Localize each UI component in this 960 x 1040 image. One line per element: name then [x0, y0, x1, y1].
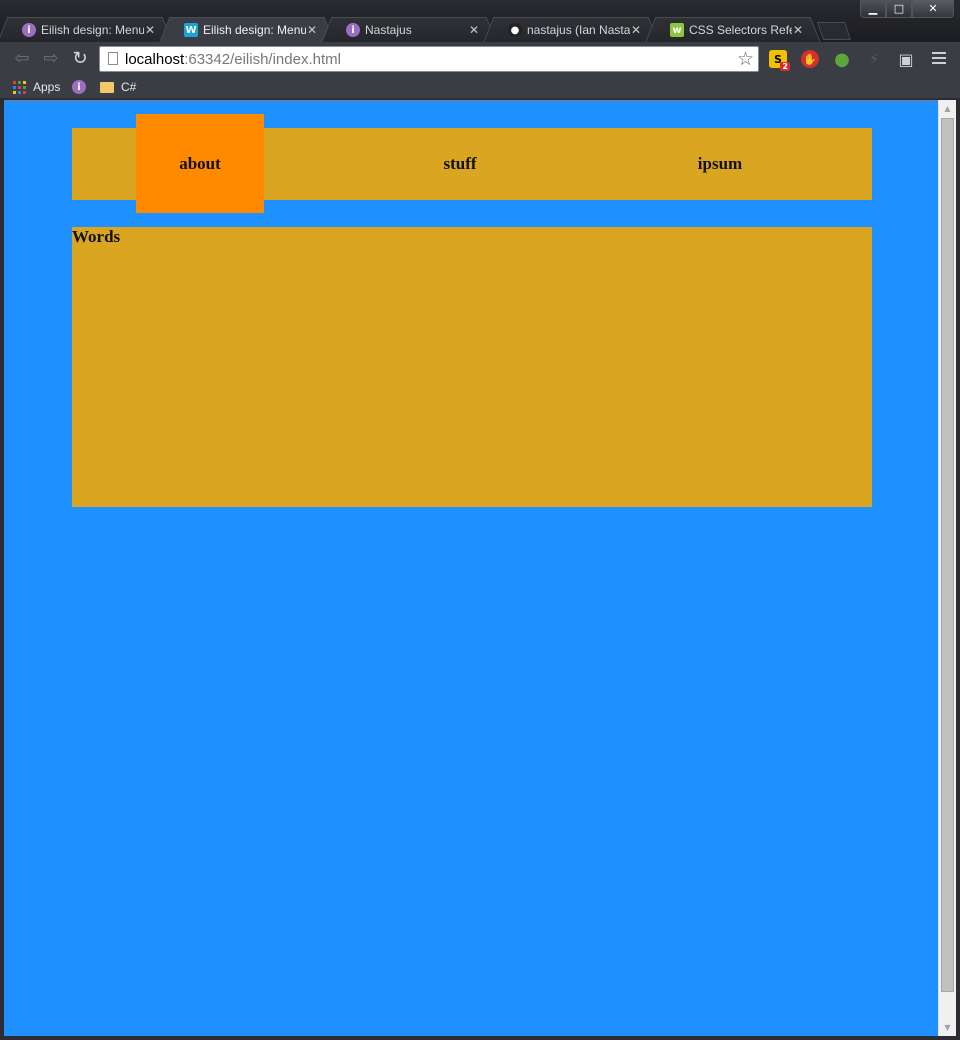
tab-eilish-design-menus-2[interactable]: W Eilish design: Menus ✕: [170, 17, 324, 42]
tab-title: nastajus (Ian Nastajus): [527, 23, 630, 37]
page-viewport: about stuff ipsum Words: [4, 100, 938, 1036]
tab-close-icon[interactable]: ✕: [792, 23, 804, 37]
url-text[interactable]: localhost:63342/eilish/index.html: [125, 51, 341, 68]
nav-item-about[interactable]: about: [136, 114, 264, 213]
tab-close-icon[interactable]: ✕: [468, 23, 480, 37]
browser-toolbar: ⇦ ⇨ ↻ localhost:63342/eilish/index.html …: [0, 42, 960, 76]
tab-close-icon[interactable]: ✕: [306, 23, 318, 37]
tab-eilish-design-menus-1[interactable]: i Eilish design: Menus ✕: [8, 17, 162, 42]
tab-title: Nastajus: [365, 23, 412, 37]
tab-list: i Eilish design: Menus ✕ W Eilish design…: [8, 17, 851, 42]
maximize-button[interactable]: □: [886, 0, 912, 18]
tab-nastajus[interactable]: i Nastajus ✕: [332, 17, 486, 42]
bookmark-label: Apps: [33, 80, 61, 94]
nav-item-ipsum[interactable]: ipsum: [656, 128, 784, 200]
github-icon: ●: [508, 23, 522, 37]
content-panel: Words: [72, 227, 872, 507]
bookmark-star-icon[interactable]: ☆: [737, 48, 754, 70]
url-host: localhost: [125, 51, 185, 68]
content-heading: Words: [72, 227, 121, 246]
nav-item-stuff[interactable]: stuff: [396, 128, 524, 200]
screenshot-icon[interactable]: ▣: [897, 50, 915, 69]
forward-arrow-icon[interactable]: ⇨: [41, 50, 61, 68]
new-tab-button[interactable]: [817, 22, 851, 40]
info-icon: i: [346, 23, 360, 37]
w3schools-icon: w: [670, 23, 684, 37]
lightning-icon[interactable]: ⚡: [865, 50, 883, 68]
tab-css-selectors-reference[interactable]: w CSS Selectors Reference ✕: [656, 17, 810, 42]
close-window-button[interactable]: ✕: [912, 0, 954, 18]
tab-close-icon[interactable]: ✕: [630, 23, 642, 37]
tab-strip: i Eilish design: Menus ✕ W Eilish design…: [0, 0, 960, 42]
bookmark-info[interactable]: i: [72, 79, 86, 95]
window-controls: ▁ □ ✕: [860, 0, 954, 18]
menu-icon[interactable]: [932, 52, 946, 64]
webstorm-icon: W: [184, 23, 198, 37]
window-frame-bottom: [0, 1036, 960, 1040]
bookmark-label: C#: [121, 80, 137, 94]
tab-github-nastajus[interactable]: ● nastajus (Ian Nastajus) ✕: [494, 17, 648, 42]
tab-title: CSS Selectors Reference: [689, 23, 792, 37]
url-path: :63342/eilish/index.html: [184, 51, 341, 68]
s2-extension-icon[interactable]: S2: [769, 50, 790, 71]
info-icon: i: [22, 23, 36, 37]
scrollbar-thumb[interactable]: [941, 118, 954, 992]
scroll-up-arrow-icon[interactable]: ▲: [939, 100, 956, 117]
vertical-scrollbar[interactable]: ▲ ▼: [938, 100, 956, 1036]
bookmark-folder-csharp[interactable]: C#: [100, 79, 136, 95]
extension-badge: 2: [780, 62, 790, 71]
tab-title: Eilish design: Menus: [41, 23, 144, 37]
tab-close-icon[interactable]: ✕: [144, 23, 156, 37]
reload-icon[interactable]: ↻: [70, 50, 90, 68]
bookmark-apps[interactable]: Apps: [13, 79, 60, 95]
folder-icon: [100, 81, 114, 93]
page-icon: [108, 52, 118, 65]
address-bar[interactable]: localhost:63342/eilish/index.html ☆: [99, 46, 759, 72]
page-nav-menu: about stuff ipsum: [72, 114, 872, 213]
info-icon: i: [72, 80, 86, 94]
browser-window: i Eilish design: Menus ✕ W Eilish design…: [0, 0, 960, 1040]
scroll-down-arrow-icon[interactable]: ▼: [939, 1019, 956, 1036]
evernote-icon[interactable]: ●: [833, 49, 851, 70]
back-arrow-icon[interactable]: ⇦: [12, 50, 32, 68]
apps-grid-icon: [13, 80, 26, 94]
adblock-icon[interactable]: ✋: [801, 50, 819, 68]
minimize-button[interactable]: ▁: [860, 0, 886, 18]
tab-title: Eilish design: Menus: [203, 23, 306, 37]
bookmarks-bar: Apps i C#: [0, 76, 960, 98]
